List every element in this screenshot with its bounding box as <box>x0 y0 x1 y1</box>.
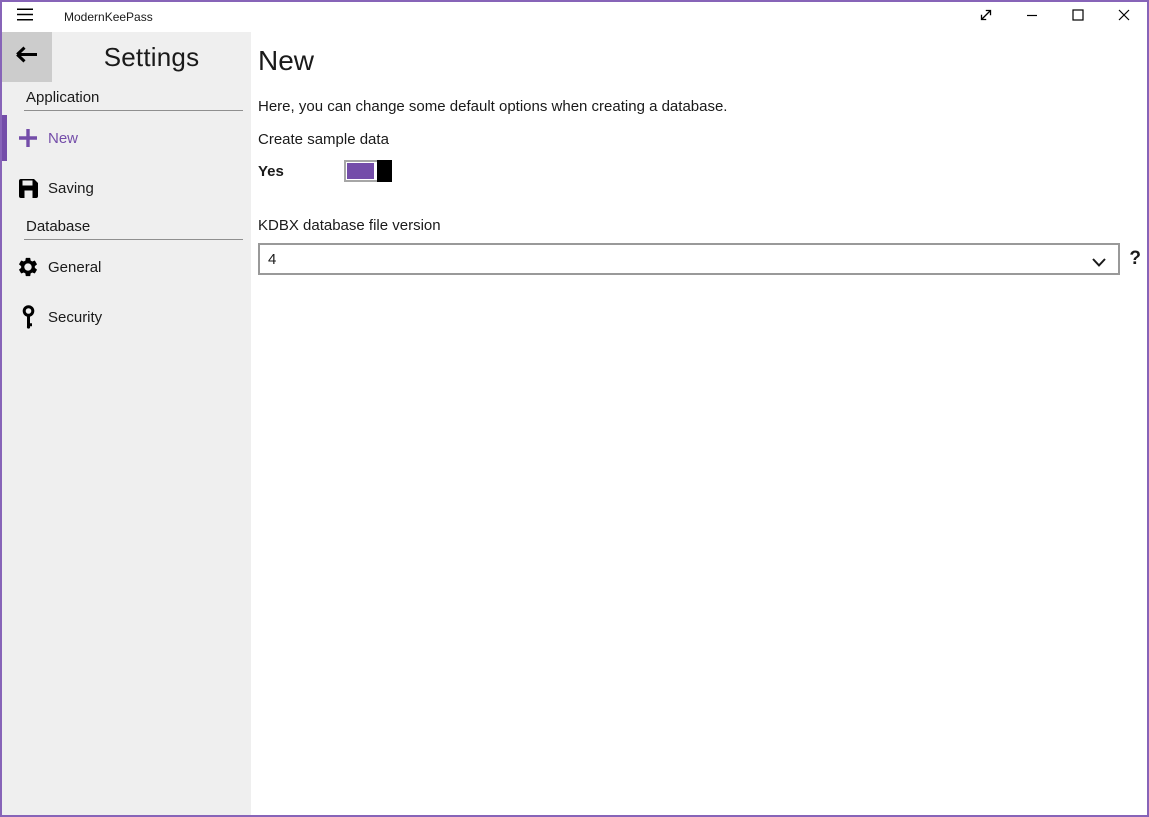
sidebar-item-security[interactable]: Security <box>2 294 251 340</box>
key-icon <box>16 305 40 329</box>
sidebar-item-label: General <box>48 259 101 276</box>
plus-icon <box>16 126 40 150</box>
toggle-thumb[interactable] <box>377 160 392 182</box>
titlebar: ModernKeePass <box>2 2 1147 32</box>
close-icon <box>1118 8 1130 26</box>
create-sample-data-label: Create sample data <box>258 131 1147 148</box>
sidebar-item-new[interactable]: New <box>2 115 251 161</box>
settings-sidebar: Settings Application New Saving Database… <box>2 32 251 815</box>
expand-icon <box>979 8 993 27</box>
page-title: New <box>258 44 1147 78</box>
app-body: Settings Application New Saving Database… <box>2 32 1147 815</box>
sidebar-item-label: Security <box>48 309 102 326</box>
close-button[interactable] <box>1101 2 1147 32</box>
settings-page-new: New Here, you can change some default op… <box>251 32 1147 815</box>
hamburger-icon <box>17 8 33 26</box>
kdbx-version-value: 4 <box>268 251 276 268</box>
sidebar-item-label: Saving <box>48 180 94 197</box>
toggle-fill <box>347 163 374 179</box>
section-header-database: Database <box>24 218 243 240</box>
minimize-button[interactable] <box>1009 2 1055 32</box>
window-title: ModernKeePass <box>64 10 153 24</box>
maximize-button[interactable] <box>1055 2 1101 32</box>
back-button[interactable] <box>2 32 52 82</box>
section-header-application: Application <box>24 89 243 111</box>
toggle-state-label: Yes <box>258 163 344 180</box>
sidebar-title: Settings <box>52 32 251 82</box>
page-description: Here, you can change some default option… <box>258 98 1147 115</box>
kdbx-version-label: KDBX database file version <box>258 217 1147 234</box>
help-question-mark[interactable]: ? <box>1129 248 1141 270</box>
sidebar-item-general[interactable]: General <box>2 244 251 290</box>
create-sample-data-row: Yes <box>258 159 1147 183</box>
minimize-icon <box>1026 8 1038 26</box>
back-arrow-icon <box>15 46 39 68</box>
sidebar-header: Settings <box>2 32 251 82</box>
sidebar-item-label: New <box>48 130 78 147</box>
kdbx-version-dropdown[interactable]: 4 <box>258 243 1120 275</box>
kdbx-version-row: 4 ? <box>258 243 1147 275</box>
maximize-icon <box>1072 8 1084 26</box>
modernkeepass-window: { "colors": { "accent": "#744da9", "wind… <box>0 0 1149 817</box>
gear-icon <box>16 255 40 279</box>
create-sample-data-toggle[interactable] <box>344 160 392 182</box>
window-caption-buttons <box>963 2 1147 32</box>
fullscreen-button[interactable] <box>963 2 1009 32</box>
sidebar-item-saving[interactable]: Saving <box>2 165 251 211</box>
chevron-down-icon <box>1092 254 1106 271</box>
hamburger-menu-button[interactable] <box>2 2 48 32</box>
save-icon <box>16 176 40 200</box>
